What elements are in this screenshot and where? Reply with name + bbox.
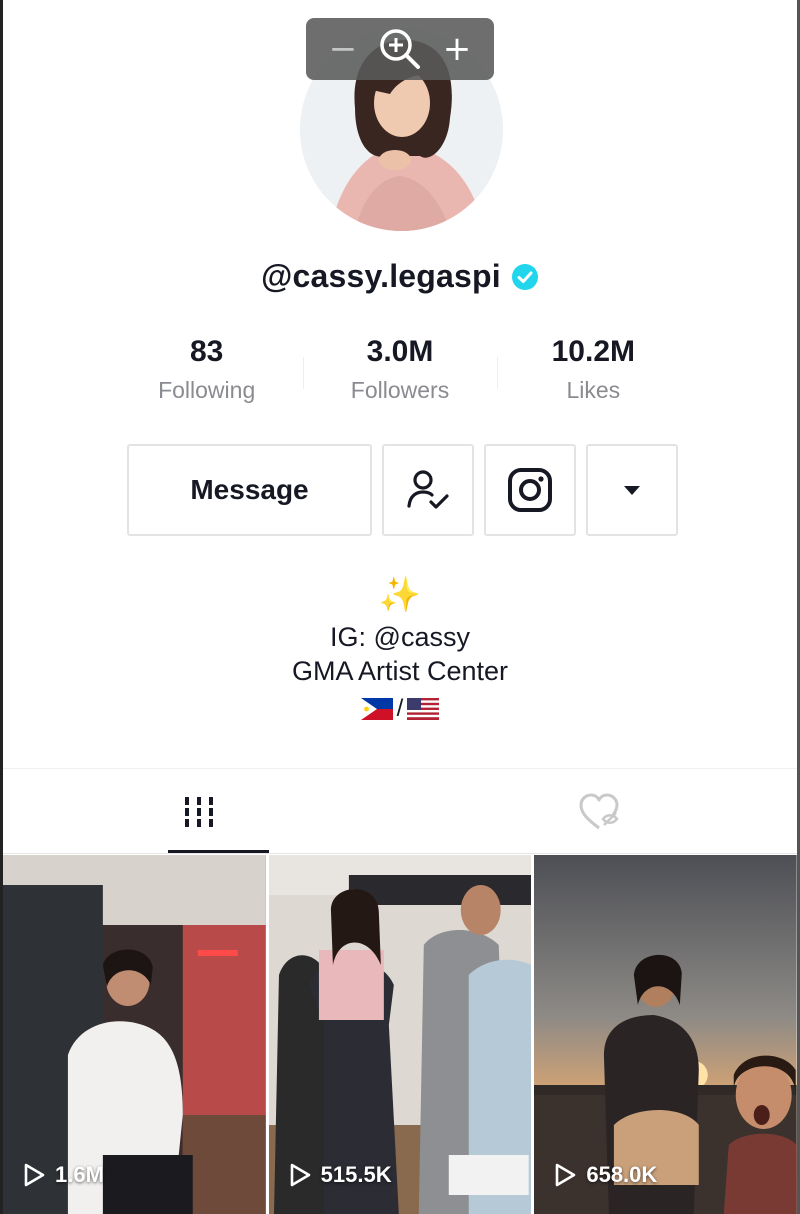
stat-likes: 10.2M Likes <box>496 335 690 404</box>
stat-following[interactable]: 83 Following <box>110 335 303 404</box>
profile-bio: ✨ IG: @cassy GMA Artist Center / <box>0 575 800 723</box>
followers-count: 3.0M <box>366 335 434 368</box>
stat-followers[interactable]: 3.0M Followers <box>303 335 496 404</box>
bio-line-instagram: IG: @cassy <box>330 622 470 652</box>
tab-videos[interactable] <box>3 770 400 854</box>
view-count-text: 658.0K <box>586 1162 658 1187</box>
video-thumbnail[interactable]: 658.0K <box>534 855 798 1214</box>
video-thumbnail-image <box>534 855 798 1214</box>
caret-down-icon <box>624 486 640 495</box>
following-label: Following <box>158 377 256 403</box>
video-thumbnail-image <box>3 855 266 1214</box>
user-check-icon <box>407 470 449 509</box>
play-icon <box>556 1163 576 1187</box>
zoom-in-icon[interactable] <box>374 23 426 75</box>
view-count: 1.6M <box>23 1162 104 1188</box>
video-grid: 1.6M 515.5K 658.0K <box>3 855 798 1214</box>
zoom-out-button[interactable]: − <box>328 32 358 66</box>
profile-stats: 83 Following 3.0M Followers 10.2M Likes <box>110 335 690 404</box>
message-button[interactable]: Message <box>127 444 372 536</box>
likes-label: Likes <box>566 377 621 403</box>
likes-count: 10.2M <box>551 335 636 368</box>
video-thumbnail[interactable]: 1.6M <box>3 855 266 1214</box>
play-icon <box>24 1163 45 1187</box>
verified-badge-icon <box>511 263 538 290</box>
flags-row: / <box>0 695 800 723</box>
view-count-text: 1.6M <box>55 1162 104 1187</box>
usa-flag-icon <box>407 698 440 720</box>
zoom-control: − + <box>306 18 494 80</box>
following-count: 83 <box>189 335 224 368</box>
friends-button[interactable] <box>382 444 474 536</box>
tab-underline-track <box>3 853 797 854</box>
video-thumbnail-image <box>268 855 532 1214</box>
bio-line-agency: GMA Artist Center <box>291 656 509 686</box>
followers-label: Followers <box>350 377 450 403</box>
philippines-flag-icon <box>360 698 393 720</box>
sparkles-emoji: ✨ <box>378 575 422 615</box>
profile-actions: Message <box>127 444 678 536</box>
view-count: 658.0K <box>554 1162 657 1188</box>
liked-hidden-icon <box>579 793 619 830</box>
instagram-icon <box>508 468 552 512</box>
view-count-text: 515.5K <box>320 1162 392 1187</box>
flags-separator: / <box>396 695 404 722</box>
section-divider <box>3 768 797 769</box>
username: @cassy.legaspi <box>261 258 501 294</box>
play-icon <box>290 1163 310 1187</box>
video-thumbnail[interactable]: 515.5K <box>268 855 532 1214</box>
videos-grid-icon <box>185 797 213 827</box>
instagram-button[interactable] <box>484 444 576 536</box>
username-row: @cassy.legaspi <box>0 258 800 295</box>
profile-tabs <box>3 770 797 854</box>
zoom-in-button[interactable]: + <box>442 32 472 66</box>
more-options-button[interactable] <box>586 444 678 536</box>
tab-liked[interactable] <box>400 770 797 854</box>
view-count: 515.5K <box>289 1162 392 1188</box>
